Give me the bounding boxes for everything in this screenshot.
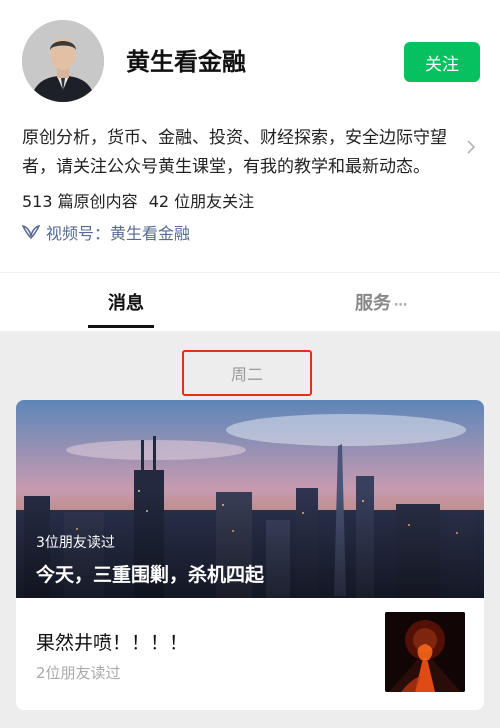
date-label: 周二 <box>182 350 312 396</box>
account-name: 黄生看金融 <box>126 48 246 76</box>
article-readers: 3位朋友读过 <box>36 535 115 551</box>
article-list-item[interactable]: 果然井喷！！！！ 2位朋友读过 <box>16 598 484 710</box>
video-channel-icon <box>22 224 40 240</box>
account-stats: 513 篇原创内容 42 位朋友关注 <box>22 188 254 212</box>
original-count: 513 篇原创内容 <box>22 192 138 211</box>
tab-messages[interactable]: 消息 <box>108 289 144 315</box>
follow-button[interactable]: 关注 <box>404 42 480 82</box>
active-tab-indicator <box>88 325 154 328</box>
article-thumbnail <box>385 612 465 692</box>
article-cover[interactable]: 3位朋友读过 今天，三重围剿，杀机四起 <box>16 400 484 598</box>
tab-bar: 消息 服务 ⋯ <box>0 272 500 331</box>
tab-services-label: 服务 <box>355 293 391 314</box>
article-title: 今天，三重围剿，杀机四起 <box>36 564 265 586</box>
more-dots-icon: ⋯ <box>394 298 407 313</box>
profile-header: 黄生看金融 关注 原创分析，货币、金融、投资、财经探索，安全边际守望者，请关注公… <box>0 0 500 272</box>
account-description[interactable]: 原创分析，货币、金融、投资、财经探索，安全边际守望者，请关注公众号黄生课堂，有我… <box>22 124 462 182</box>
avatar[interactable] <box>22 20 104 102</box>
chevron-right-icon[interactable] <box>466 140 476 154</box>
article-readers: 2位朋友读过 <box>36 664 121 682</box>
article-card: 3位朋友读过 今天，三重围剿，杀机四起 果然井喷！！！！ 2位朋友读过 <box>16 400 484 710</box>
video-channel-link[interactable]: 视频号：黄生看金融 <box>22 220 190 244</box>
friends-following: 42 位朋友关注 <box>148 192 255 211</box>
video-channel-label: 视频号：黄生看金融 <box>46 224 191 243</box>
article-title: 果然井喷！！！！ <box>36 632 189 654</box>
tab-services[interactable]: 服务 ⋯ <box>355 289 407 315</box>
